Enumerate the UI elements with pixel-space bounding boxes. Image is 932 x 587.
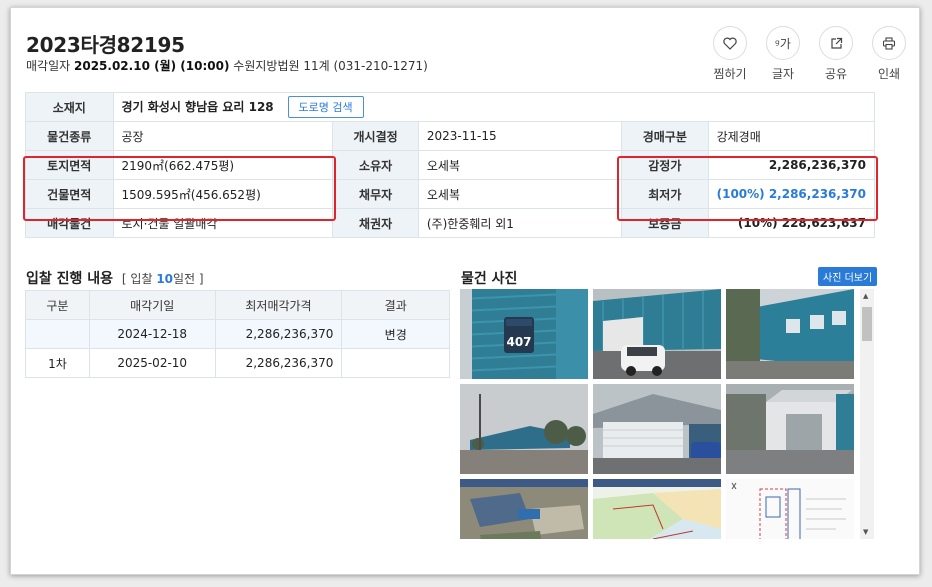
creditor-value: (주)한중훼리 외1 xyxy=(417,208,623,238)
scroll-up-arrow-icon[interactable]: ▲ xyxy=(863,292,868,300)
sale-date-label: 매각일자 xyxy=(26,59,71,73)
location-row: 소재지 경기 화성시 향남읍 요리 128 도로명 검색 xyxy=(25,92,875,122)
bid-countdown: [ 입찰 10일전 ] xyxy=(121,272,204,286)
auction-type-label: 경매구분 xyxy=(621,121,709,151)
satellite-map-photo[interactable] xyxy=(460,479,588,539)
building-area-label: 건물면적 xyxy=(25,179,114,209)
table-row: 1차 2025-02-10 2,286,236,370 xyxy=(25,348,450,378)
start-label: 개시결정 xyxy=(332,121,419,151)
table-header-row: 구분 매각기일 최저매각가격 결과 xyxy=(25,290,450,320)
table-row: 2024-12-18 2,286,236,370 변경 xyxy=(25,319,450,349)
round-cell: 1차 xyxy=(25,348,90,378)
favorite-button[interactable]: 찜하기 xyxy=(711,26,749,82)
appraisal-value: 2,286,236,370 xyxy=(707,150,876,180)
result-cell xyxy=(341,348,450,378)
property-photo[interactable] xyxy=(726,384,854,474)
date-cell: 2025-02-10 xyxy=(88,348,216,378)
property-photo[interactable] xyxy=(726,289,854,379)
property-photo[interactable] xyxy=(593,384,721,474)
column-header: 매각기일 xyxy=(88,290,216,320)
debtor-value: 오세복 xyxy=(417,179,623,209)
site-plan-photo[interactable] xyxy=(726,479,854,539)
share-icon xyxy=(819,26,853,60)
appraisal-label: 감정가 xyxy=(621,150,709,180)
court-info: 수원지방법원 11계 (031-210-1271) xyxy=(233,59,428,73)
scroll-down-arrow-icon[interactable]: ▼ xyxy=(863,528,868,536)
column-header: 최저매각가격 xyxy=(214,290,343,320)
heart-icon xyxy=(713,26,747,60)
info-row: 매각물건 토지·건물 일괄매각 채권자 (주)한중훼리 외1 보증금 (10%)… xyxy=(25,208,876,238)
location-address: 경기 화성시 향남읍 요리 128 xyxy=(121,100,274,114)
date-cell: 2024-12-18 xyxy=(88,319,216,349)
print-label: 인쇄 xyxy=(877,67,901,81)
min-price-value: (100%) 2,286,236,370 xyxy=(707,179,876,209)
deposit-value: (10%) 228,623,637 xyxy=(707,208,876,238)
print-icon xyxy=(872,26,906,60)
column-header: 구분 xyxy=(25,290,90,320)
land-area-label: 토지면적 xyxy=(25,150,114,180)
price-cell: 2,286,236,370 xyxy=(214,319,343,349)
round-cell xyxy=(25,319,90,349)
font-size-button[interactable]: ᵍ가 글자 xyxy=(764,26,802,82)
auction-type-value: 강제경매 xyxy=(707,121,876,151)
deposit-label: 보증금 xyxy=(621,208,709,238)
bid-history-table: 구분 매각기일 최저매각가격 결과 2024-12-18 2,286,236,3… xyxy=(25,290,450,378)
photo-gallery-scrollbar[interactable]: ▲ ▼ xyxy=(860,289,874,539)
photo-gallery: 407 xyxy=(460,289,860,539)
column-header: 결과 xyxy=(341,290,450,320)
photo-sign-text: 407 xyxy=(506,335,531,349)
kind-value: 공장 xyxy=(112,121,334,151)
debtor-label: 채무자 xyxy=(332,179,419,209)
action-bar: 찜하기 ᵍ가 글자 공유 인쇄 xyxy=(711,26,908,82)
owner-label: 소유자 xyxy=(332,150,419,180)
print-button[interactable]: 인쇄 xyxy=(870,26,908,82)
bid-progress-title: 입찰 진행 내용 [ 입찰 10일전 ] xyxy=(26,271,204,287)
location-cell: 경기 화성시 향남읍 요리 128 도로명 검색 xyxy=(112,92,875,122)
price-cell: 2,286,236,370 xyxy=(214,348,343,378)
road-name-search-button[interactable]: 도로명 검색 xyxy=(287,96,364,118)
info-row: 토지면적 2190㎡(662.475평) 소유자 오세복 감정가 2,286,2… xyxy=(25,150,876,180)
property-photo[interactable] xyxy=(593,289,721,379)
photos-title: 물건 사진 xyxy=(461,271,518,287)
creditor-label: 채권자 xyxy=(332,208,419,238)
share-label: 공유 xyxy=(824,67,848,81)
favorite-label: 찜하기 xyxy=(713,67,747,81)
min-price-label: 최저가 xyxy=(621,179,709,209)
zoning-map-photo[interactable] xyxy=(593,479,721,539)
kind-label: 물건종류 xyxy=(25,121,114,151)
owner-value: 오세복 xyxy=(417,150,623,180)
scrollbar-thumb[interactable] xyxy=(862,307,872,341)
location-label: 소재지 xyxy=(25,92,114,122)
sale-info-line: 매각일자 2025.02.10 (월) (10:00) 수원지방법원 11계 (… xyxy=(26,57,428,74)
sale-date: 2025.02.10 (월) (10:00) xyxy=(74,59,230,73)
case-number: 2023타경82195 xyxy=(26,33,185,57)
land-area-value: 2190㎡(662.475평) xyxy=(112,150,334,180)
property-photo[interactable]: 407 xyxy=(460,289,588,379)
start-value: 2023-11-15 xyxy=(417,121,623,151)
building-area-value: 1509.595㎡(456.652평) xyxy=(112,179,334,209)
share-button[interactable]: 공유 xyxy=(817,26,855,82)
property-photo[interactable] xyxy=(460,384,588,474)
property-info-table: 소재지 경기 화성시 향남읍 요리 128 도로명 검색 물건종류 공장 개시결… xyxy=(25,92,876,238)
more-photos-button[interactable]: 사진 더보기 xyxy=(818,267,878,286)
result-cell: 변경 xyxy=(341,319,450,349)
info-row: 건물면적 1509.595㎡(456.652평) 채무자 오세복 최저가 (10… xyxy=(25,179,876,209)
sale-object-label: 매각물건 xyxy=(25,208,114,238)
info-row: 물건종류 공장 개시결정 2023-11-15 경매구분 강제경매 xyxy=(25,121,876,151)
font-size-label: 글자 xyxy=(771,67,795,81)
font-size-icon: ᵍ가 xyxy=(766,26,800,60)
sale-object-value: 토지·건물 일괄매각 xyxy=(112,208,334,238)
